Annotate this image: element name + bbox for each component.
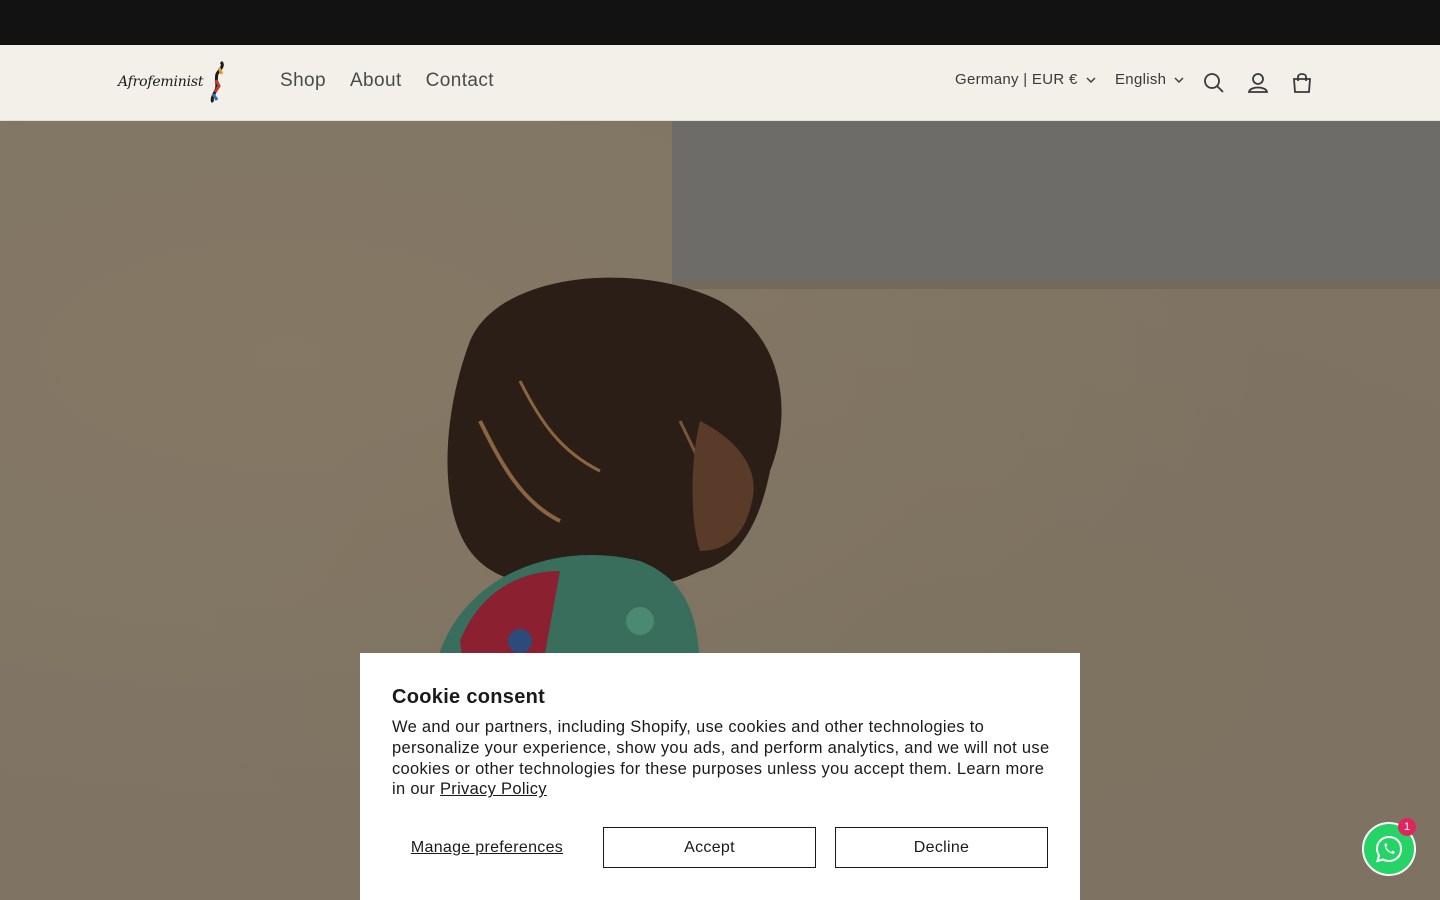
cookie-consent-dialog: Cookie consent We and our partners, incl…: [360, 653, 1080, 900]
whatsapp-icon: [1375, 835, 1403, 863]
privacy-policy-link[interactable]: Privacy Policy: [440, 780, 547, 798]
account-button[interactable]: [1240, 65, 1276, 101]
nav-contact[interactable]: Contact: [414, 69, 506, 93]
language-selector[interactable]: English: [1115, 71, 1184, 88]
site-logo[interactable]: Afrofeminist: [118, 59, 242, 105]
country-selector[interactable]: Germany | EUR €: [955, 71, 1096, 88]
site-header: Afrofeminist Shop About Contact Germany …: [0, 45, 1440, 121]
decline-button[interactable]: Decline: [835, 827, 1048, 868]
announcement-bar: [0, 0, 1440, 45]
consent-actions: Manage preferences Accept Decline: [392, 827, 1048, 868]
language-selector-label: English: [1115, 71, 1167, 88]
search-icon: [1204, 73, 1224, 93]
logo-text: Afrofeminist: [118, 74, 204, 90]
nav-about[interactable]: About: [338, 69, 414, 93]
country-selector-label: Germany | EUR €: [955, 71, 1078, 88]
manage-preferences-button[interactable]: Manage preferences: [392, 827, 582, 868]
search-button[interactable]: [1196, 65, 1232, 101]
account-icon: [1247, 73, 1269, 93]
cart-button[interactable]: [1284, 65, 1320, 101]
main-nav: Shop About Contact: [268, 69, 506, 93]
whatsapp-badge: 1: [1398, 818, 1416, 836]
nav-shop[interactable]: Shop: [268, 69, 338, 93]
cart-icon: [1293, 73, 1311, 93]
chevron-down-icon: [1086, 77, 1096, 83]
consent-title: Cookie consent: [392, 686, 546, 708]
accept-button[interactable]: Accept: [603, 827, 816, 868]
consent-body: We and our partners, including Shopify, …: [392, 717, 1052, 800]
logo-mark-icon: [210, 60, 225, 104]
chevron-down-icon: [1174, 77, 1184, 83]
